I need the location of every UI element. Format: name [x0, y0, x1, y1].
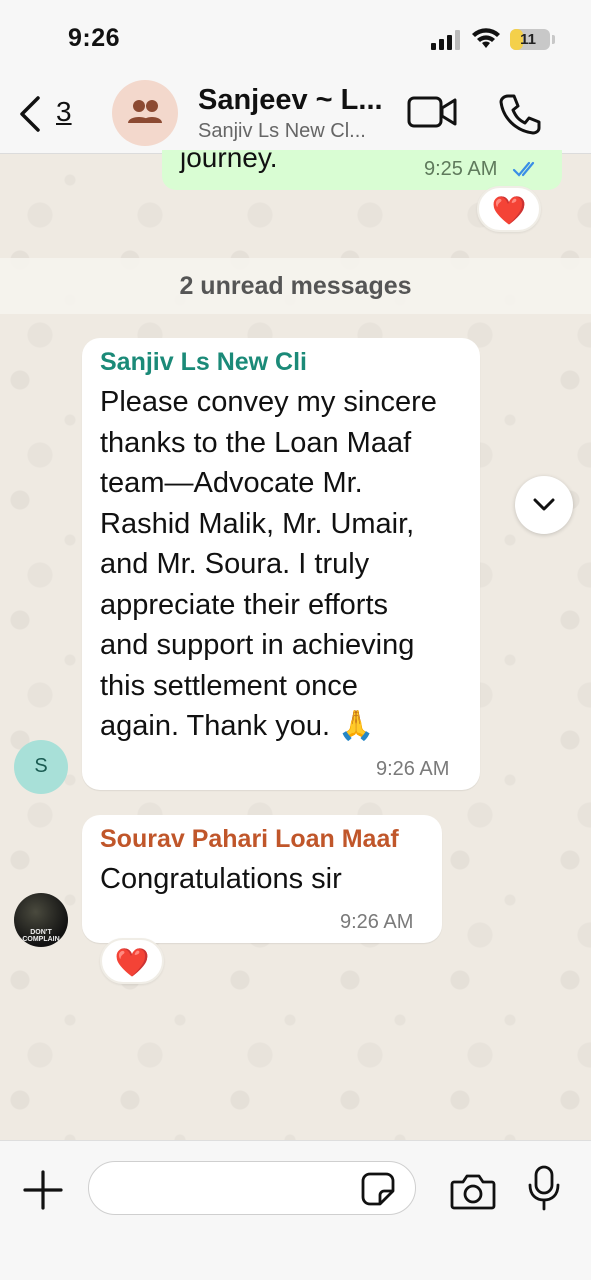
group-avatar-icon: [128, 100, 162, 123]
message-line: team—Advocate Mr.: [100, 467, 363, 499]
heart-reaction-icon: ❤️: [114, 947, 150, 978]
message-time: 9:26 AM: [340, 911, 414, 933]
battery-percent: 11: [520, 31, 536, 48]
message-time: 9:25 AM: [424, 158, 498, 180]
sender-name[interactable]: Sanjiv Ls New Cli: [100, 348, 307, 377]
message-line: and support in achieving: [100, 629, 415, 661]
sticker-icon[interactable]: [360, 1171, 396, 1207]
reaction-badge[interactable]: ❤️: [100, 938, 164, 984]
back-button[interactable]: 3: [12, 90, 82, 138]
chevron-down-icon: [533, 498, 555, 511]
sender-avatar[interactable]: DON'T COMPLAIN: [14, 893, 68, 947]
incoming-message-bubble[interactable]: Sanjiv Ls New Cli Please convey my since…: [82, 338, 480, 790]
battery-indicator: 11: [510, 29, 550, 50]
chat-title[interactable]: Sanjeev ~ L...: [198, 84, 398, 117]
cellular-signal-icon: [431, 30, 460, 50]
message-line: appreciate their efforts: [100, 589, 389, 621]
wifi-icon: [472, 28, 500, 48]
message-text: journey.: [180, 150, 278, 173]
camera-icon[interactable]: [450, 1171, 496, 1211]
avatar-caption: DON'T COMPLAIN: [22, 929, 60, 943]
message-input-bar: [0, 1140, 591, 1280]
sender-avatar[interactable]: S: [14, 740, 68, 794]
message-line: this settlement once: [100, 670, 358, 702]
group-avatar[interactable]: [112, 80, 178, 146]
chat-header: 3 Sanjeev ~ L... Sanjiv Ls New Cl...: [0, 78, 591, 154]
incoming-message-bubble[interactable]: Sourav Pahari Loan Maaf Congratulations …: [82, 815, 442, 943]
plus-icon[interactable]: [22, 1169, 64, 1211]
phone-icon[interactable]: [498, 92, 542, 136]
message-line: Rashid Malik, Mr. Umair,: [100, 508, 415, 540]
message-line: and Mr. Soura. I truly: [100, 548, 370, 580]
unread-chats-count: 3: [56, 96, 72, 127]
chat-subtitle[interactable]: Sanjiv Ls New Cl...: [198, 120, 398, 143]
status-bar: 9:26 11: [0, 0, 591, 78]
message-line: Please convey my sincere: [100, 386, 437, 418]
back-chevron-icon: [20, 96, 40, 132]
unread-messages-label: 2 unread messages: [179, 272, 412, 300]
avatar-initial: S: [34, 755, 48, 777]
scroll-to-bottom-button[interactable]: [515, 476, 573, 534]
message-line: again. Thank you. 🙏: [100, 710, 375, 742]
message-line: thanks to the Loan Maaf: [100, 427, 412, 459]
heart-reaction-icon: ❤️: [491, 195, 527, 226]
double-check-icon: [512, 161, 535, 177]
sender-name[interactable]: Sourav Pahari Loan Maaf: [100, 825, 399, 854]
video-call-icon[interactable]: [406, 92, 458, 132]
unread-messages-banner: 2 unread messages: [0, 258, 591, 314]
reaction-badge[interactable]: ❤️: [477, 186, 541, 232]
microphone-icon[interactable]: [526, 1165, 562, 1211]
message-text: Congratulations sir: [100, 863, 342, 895]
battery-cap: [552, 35, 555, 44]
outgoing-message-bubble[interactable]: journey. 9:25 AM: [162, 150, 562, 190]
message-time: 9:26 AM: [376, 758, 450, 780]
status-time: 9:26: [68, 24, 121, 52]
